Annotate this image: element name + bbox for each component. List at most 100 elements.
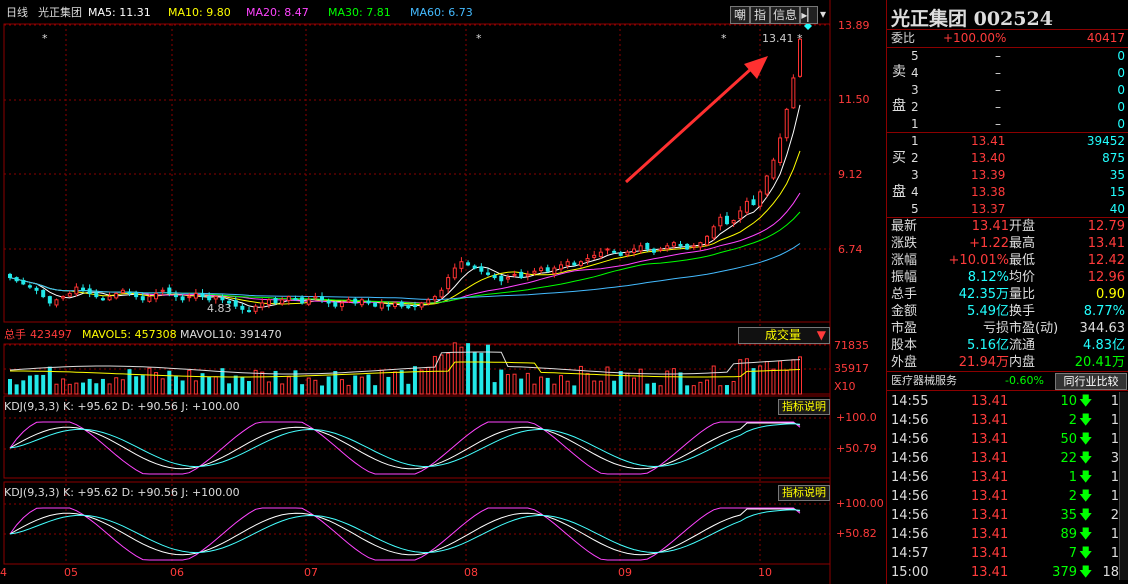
- volume-bar: [512, 373, 517, 395]
- tick-time: 14:56: [891, 451, 929, 466]
- month-axis-label: 07: [304, 566, 318, 579]
- stat-label: 市盈: [891, 321, 918, 336]
- volume-bar: [286, 376, 291, 395]
- candle-body: [585, 258, 590, 262]
- volume-bar: [532, 383, 537, 395]
- arrow-down-icon: 🡇: [1079, 489, 1093, 504]
- volume-bar: [711, 365, 716, 395]
- stat-row: 金额 5.49亿 换手 8.77%: [887, 303, 1128, 320]
- volume-bar: [432, 355, 437, 395]
- volume-bar: [366, 374, 371, 395]
- tick-price: 13.41: [971, 565, 1009, 580]
- stat-label: 量比: [1009, 287, 1036, 302]
- tick-time: 14:56: [891, 413, 929, 428]
- tick-row: 14:56 13.41 50 🡇 1: [887, 430, 1128, 449]
- stat-label: 总手: [891, 287, 918, 302]
- volume-bar: [698, 381, 703, 395]
- tick-row: 14:56 13.41 1 🡇 1: [887, 468, 1128, 487]
- volume-bar: [625, 372, 630, 395]
- candle-body: [519, 271, 524, 279]
- candle-body: [459, 261, 464, 269]
- tick-list-scrollbar[interactable]: [1119, 392, 1128, 580]
- tick-price: 13.41: [971, 413, 1009, 428]
- price-axis-label: 11.50: [838, 93, 870, 106]
- candle-body: [452, 267, 457, 279]
- volume-bar: [744, 358, 749, 395]
- tick-price: 13.41: [971, 394, 1009, 409]
- indicator-help-button[interactable]: 指标说明: [778, 485, 830, 501]
- volume-bar: [764, 361, 769, 395]
- tick-row: 14:56 13.41 2 🡇 1: [887, 411, 1128, 430]
- tick-price: 13.41: [971, 470, 1009, 485]
- quote-panel: 光正集团 002524 委比 +100.00% 40417 卖 盘 5 – 0 …: [886, 0, 1128, 584]
- candle-body: [665, 245, 670, 250]
- arrow-down-icon: 🡇: [1079, 470, 1093, 485]
- level-price: 13.40: [971, 151, 1006, 165]
- candle-body: [791, 77, 796, 109]
- candle-body: [200, 293, 205, 298]
- level-price: 13.39: [971, 168, 1006, 182]
- volume-bar: [778, 360, 783, 395]
- level-volume: 0: [1117, 66, 1125, 80]
- candle-body: [160, 289, 165, 292]
- volume-bar: [246, 381, 251, 395]
- arrow-down-icon: 🡇: [1079, 413, 1093, 428]
- toolbar-nav-icon[interactable]: ▸▏: [800, 6, 818, 24]
- industry-name: 医疗器械服务: [891, 374, 957, 387]
- volume-bar: [107, 383, 112, 395]
- sell-level-row: 5 – 0: [887, 48, 1128, 65]
- level-number: 3: [911, 168, 919, 182]
- stat-label: 金额: [891, 304, 918, 319]
- tick-price: 13.41: [971, 489, 1009, 504]
- ma60-label: MA60: 6.73: [410, 6, 473, 19]
- volume-bar: [399, 370, 404, 395]
- volume-bar: [459, 346, 464, 395]
- volume-bar: [665, 370, 670, 395]
- volume-bar: [545, 377, 550, 395]
- candle-body: [738, 210, 743, 220]
- toolbar-button-1[interactable]: 嘲: [730, 6, 750, 24]
- sell-level-row: 3 – 0: [887, 82, 1128, 99]
- tick-extra: 2: [1110, 508, 1119, 523]
- candle-body: [605, 248, 610, 251]
- candle-body: [41, 290, 46, 298]
- stat-value: 8.12%: [967, 270, 1009, 285]
- tick-volume: 7: [1068, 546, 1077, 561]
- volume-bar: [326, 376, 331, 395]
- candle-body: [578, 261, 583, 266]
- volume-bar: [439, 354, 444, 395]
- industry-pct: -0.60%: [1005, 374, 1044, 387]
- volume-bar: [253, 369, 258, 395]
- level-number: 2: [911, 151, 919, 165]
- toolbar-button-indicator[interactable]: 指: [750, 6, 770, 24]
- tick-volume: 22: [1060, 451, 1077, 466]
- volume-bar: [114, 377, 119, 395]
- tick-extra: 1: [1110, 413, 1119, 428]
- candle-body: [592, 254, 597, 258]
- candle-body: [565, 261, 570, 267]
- indicator-dropdown[interactable]: 成交量 ▼: [738, 327, 830, 344]
- level-number: 3: [911, 83, 919, 97]
- stat-row: 涨跌 +1.22 最高 13.41: [887, 235, 1128, 252]
- volume-total-label: 总手: [4, 328, 26, 341]
- event-star-marker: *: [797, 32, 803, 45]
- volume-bar: [645, 383, 650, 395]
- candle-body: [61, 296, 66, 299]
- volume-bar: [173, 376, 178, 395]
- volume-bar: [718, 385, 723, 395]
- toolbar-button-info[interactable]: 信息: [770, 6, 800, 24]
- candle-body: [213, 296, 218, 300]
- stat-row: 总手 42.35万 量比 0.90: [887, 286, 1128, 303]
- candle-body: [678, 243, 683, 247]
- toolbar-menu-chevron-icon[interactable]: ▾: [817, 6, 829, 22]
- industry-compare-button[interactable]: 同行业比较: [1055, 373, 1127, 390]
- kline-chart-area[interactable]: 日线 光正集团 MA5: 11.31 MA10: 9.80 MA20: 8.47…: [0, 0, 886, 584]
- candle-body: [744, 200, 749, 213]
- level-volume: 0: [1117, 49, 1125, 63]
- volume-bar: [724, 385, 729, 395]
- candle-body: [559, 264, 564, 270]
- volume-bar: [34, 374, 39, 395]
- indicator-help-button[interactable]: 指标说明: [778, 399, 830, 415]
- candle-body: [406, 304, 411, 309]
- volume-bar: [572, 385, 577, 395]
